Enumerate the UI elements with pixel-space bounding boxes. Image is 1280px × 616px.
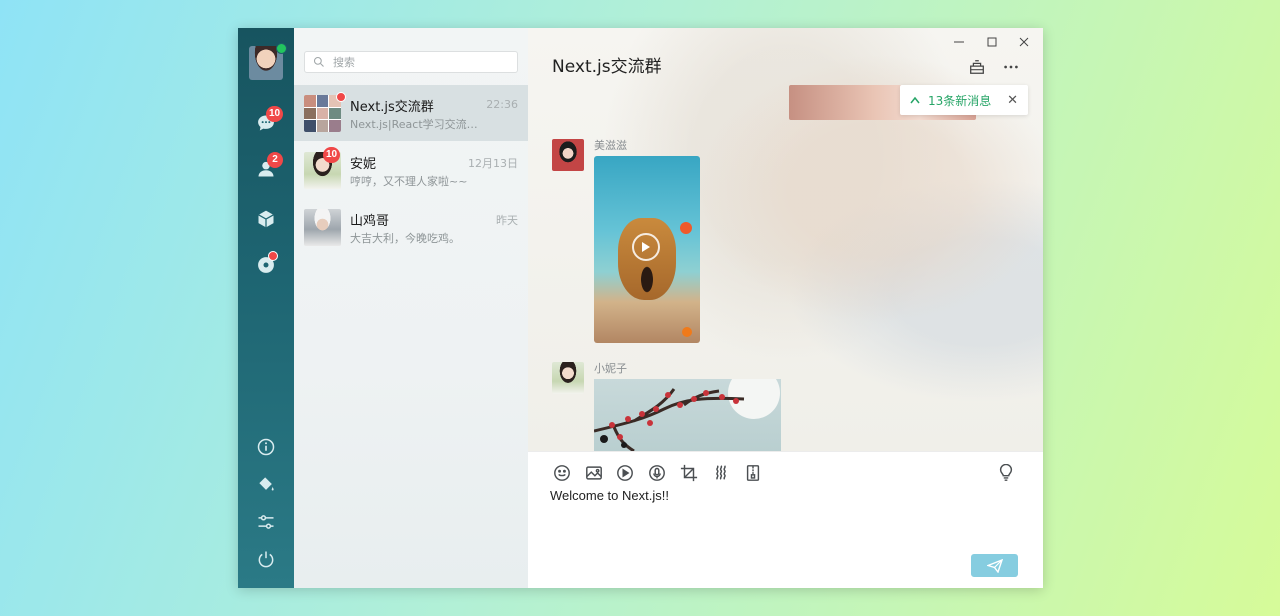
message-input[interactable]: Welcome to Next.js!!	[550, 488, 1020, 548]
group-avatar	[304, 95, 341, 132]
conversation-preview: Next.js|React学习交流分...	[350, 118, 488, 131]
conversation-time: 昨天	[496, 214, 518, 227]
emoji-icon	[554, 465, 570, 481]
close-icon	[1019, 37, 1029, 47]
conversation-list: Next.js交流群 22:36 Next.js|React学习交流分... 1…	[294, 28, 528, 588]
search-icon	[313, 56, 324, 67]
nav-logout[interactable]	[255, 548, 277, 570]
lightbulb-icon	[999, 464, 1013, 481]
emoji-button[interactable]	[552, 463, 572, 483]
contacts-badge: 2	[267, 152, 283, 168]
search-input[interactable]	[331, 54, 515, 70]
new-messages-notice[interactable]: 13条新消息 ✕	[900, 85, 1028, 115]
maximize-button[interactable]	[984, 34, 1000, 50]
video-button[interactable]	[615, 463, 635, 483]
image-button[interactable]	[584, 463, 604, 483]
announcement-icon[interactable]	[968, 58, 986, 76]
chats-unread-badge: 10	[266, 106, 284, 122]
close-button[interactable]	[1016, 34, 1032, 50]
nav-theme[interactable]	[255, 473, 277, 495]
conversation-name: 山鸡哥	[350, 214, 390, 229]
video-music-dot	[682, 327, 692, 337]
voice-button[interactable]	[647, 463, 667, 483]
conversation-name: Next.js交流群	[350, 100, 434, 115]
unread-dot	[336, 92, 346, 102]
conversation-time: 12月13日	[468, 157, 518, 170]
sliders-icon	[258, 515, 274, 529]
minimize-button[interactable]	[951, 34, 967, 50]
conversation-item[interactable]: Next.js交流群 22:36 Next.js|React学习交流分...	[294, 85, 528, 141]
sender-avatar[interactable]	[552, 139, 584, 171]
nav-music[interactable]	[255, 251, 278, 276]
crop-icon	[680, 464, 698, 482]
send-button[interactable]	[971, 554, 1018, 577]
nav-chats[interactable]: 10	[255, 106, 284, 134]
maximize-icon	[987, 37, 997, 47]
info-icon	[257, 438, 275, 456]
power-icon	[258, 551, 274, 568]
image-icon	[586, 466, 602, 480]
nav-apps[interactable]	[255, 208, 277, 230]
music-notification-dot	[268, 251, 278, 261]
sender-name: 小妮子	[594, 362, 627, 375]
play-circle-icon	[617, 465, 633, 481]
unread-badge: 10	[323, 147, 341, 163]
conversation-item[interactable]: 山鸡哥 昨天 大吉大利，今晚吃鸡。	[294, 199, 528, 255]
more-options-icon[interactable]	[1002, 58, 1020, 76]
nav-rail: 10 2	[238, 28, 294, 588]
cube-icon	[258, 210, 274, 228]
minimize-icon	[954, 41, 964, 43]
conversation-preview: 大吉大利，今晚吃鸡。	[350, 232, 460, 245]
chat-panel: Next.js交流群 13条新消息 ✕ 美滋滋 小妮子	[528, 28, 1043, 451]
file-button[interactable]	[743, 463, 763, 483]
conversation-preview: 哼哼，又不理人家啦~~	[350, 175, 468, 188]
play-icon[interactable]	[632, 233, 660, 261]
microphone-icon	[649, 465, 665, 481]
message-image[interactable]	[594, 379, 781, 451]
dismiss-notice-icon[interactable]: ✕	[1007, 93, 1018, 108]
tips-button[interactable]	[996, 463, 1016, 483]
vibrate-icon	[716, 465, 726, 480]
contact-avatar	[304, 209, 341, 246]
online-status-dot	[276, 43, 287, 54]
screenshot-button[interactable]	[679, 463, 699, 483]
app-window: 10 2 搜索 Next.js交流群 22:36 Next.js|React学习…	[238, 28, 1043, 588]
file-zip-icon	[746, 465, 760, 481]
chevron-up-icon	[910, 96, 920, 104]
message-video[interactable]	[594, 156, 700, 343]
sender-avatar[interactable]	[552, 362, 584, 394]
my-avatar[interactable]	[249, 43, 287, 80]
sender-name: 美滋滋	[594, 139, 627, 152]
conversation-time: 22:36	[486, 98, 518, 111]
nav-contacts[interactable]: 2	[255, 152, 283, 180]
nav-info[interactable]	[255, 436, 277, 458]
send-icon	[986, 558, 1003, 573]
chat-title: Next.js交流群	[552, 57, 662, 77]
conversation-item[interactable]: 10 安妮 12月13日 哼哼，又不理人家啦~~	[294, 142, 528, 198]
video-avatar-dot	[680, 222, 692, 234]
nav-settings[interactable]	[255, 511, 277, 533]
shake-button[interactable]	[711, 463, 731, 483]
conversation-name: 安妮	[350, 157, 377, 172]
new-messages-label: 13条新消息	[928, 93, 992, 108]
paint-bucket-icon	[259, 477, 274, 491]
search-box[interactable]	[304, 51, 518, 73]
plum-blossom-image	[594, 379, 780, 451]
message-composer: Welcome to Next.js!!	[528, 451, 1043, 588]
